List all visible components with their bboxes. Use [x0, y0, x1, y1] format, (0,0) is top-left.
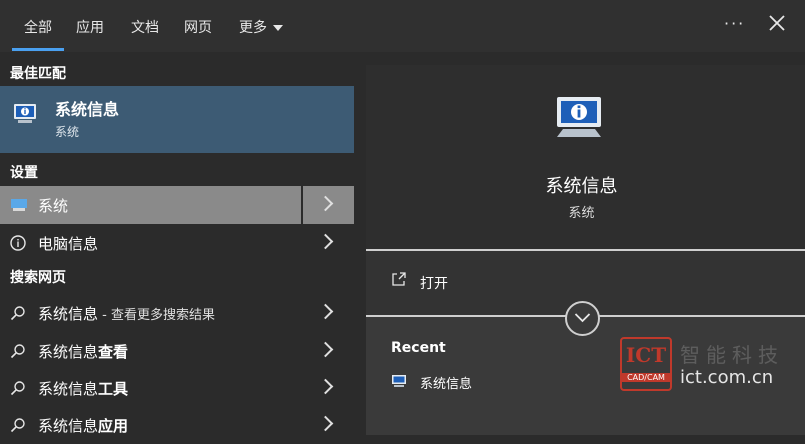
chevron-right-icon[interactable]: [317, 233, 334, 250]
section-settings: 设置: [10, 165, 38, 181]
web-result-item[interactable]: 系统信息应用: [0, 406, 354, 444]
detail-app-title: 系统信息: [545, 176, 618, 197]
chevron-right-icon[interactable]: [317, 195, 334, 212]
results-pane: 最佳匹配 系统信息 系统 设置 系统 电脑信息 搜索网页 系统信息 - 查看更多…: [0, 52, 354, 435]
search-icon: [10, 381, 25, 396]
more-options-icon[interactable]: ···: [724, 14, 745, 33]
chevron-down-icon: [574, 313, 591, 323]
web-result-hint: - 查看更多搜索结果: [98, 308, 215, 323]
web-result-bold: 工具: [98, 380, 129, 398]
monitor-icon: [11, 199, 27, 211]
chevron-right-icon[interactable]: [317, 378, 334, 395]
watermark-logo-text: ICT: [625, 343, 667, 367]
tab-apps[interactable]: 应用: [76, 17, 104, 37]
web-result-prefix: 系统信息: [38, 343, 99, 361]
web-result-label: 系统信息查看: [38, 341, 128, 362]
recent-heading: Recent: [391, 340, 446, 356]
search-icon: [10, 344, 25, 359]
system-info-app-icon: [14, 104, 36, 123]
detail-app-subtitle: 系统: [568, 206, 595, 221]
chevron-right-icon[interactable]: [317, 303, 334, 320]
recent-item-label: 系统信息: [420, 377, 473, 392]
row-divider: [301, 186, 303, 224]
open-external-icon: [392, 272, 406, 286]
expand-button[interactable]: [565, 301, 600, 336]
chevron-right-icon[interactable]: [317, 415, 334, 432]
web-result-prefix: 系统信息: [38, 305, 99, 323]
tab-web[interactable]: 网页: [184, 17, 212, 37]
web-result-bold: 应用: [98, 417, 129, 435]
tab-all[interactable]: 全部: [12, 17, 64, 51]
best-match-item[interactable]: 系统信息 系统: [0, 86, 354, 153]
info-icon: [10, 235, 26, 251]
close-icon[interactable]: [768, 14, 786, 32]
tab-more-label: 更多: [239, 20, 267, 36]
web-result-label: 系统信息工具: [38, 378, 128, 399]
best-match-subtitle: 系统: [55, 125, 80, 139]
search-icon: [10, 306, 25, 321]
watermark-logo-sub: CAD/CAM: [622, 373, 670, 382]
web-result-prefix: 系统信息: [38, 417, 99, 435]
detail-header: 系统信息 系统: [366, 65, 805, 249]
system-info-app-icon: [392, 375, 406, 387]
watermark-url: ict.com.cn: [680, 367, 774, 388]
web-result-prefix: 系统信息: [38, 380, 99, 398]
section-best-match: 最佳匹配: [10, 66, 66, 82]
open-label: 打开: [420, 276, 448, 292]
watermark-badge: ICT CAD/CAM: [620, 337, 672, 391]
search-tab-bar: 全部 应用 文档 网页 更多 ···: [0, 0, 805, 52]
best-match-title: 系统信息: [55, 100, 120, 119]
search-icon: [10, 418, 25, 433]
web-result-item[interactable]: 系统信息查看: [0, 332, 354, 370]
system-info-app-icon: [557, 97, 601, 137]
chevron-down-icon: [273, 25, 283, 31]
web-result-bold: 查看: [98, 343, 129, 361]
web-result-label: 系统信息应用: [38, 415, 128, 436]
settings-item-system[interactable]: 系统: [0, 186, 354, 224]
tab-documents[interactable]: 文档: [131, 17, 159, 37]
chevron-right-icon[interactable]: [317, 341, 334, 358]
web-result-item[interactable]: 系统信息 - 查看更多搜索结果: [0, 294, 354, 332]
tab-more[interactable]: 更多: [239, 17, 283, 37]
settings-item-label: 电脑信息: [38, 235, 99, 253]
web-result-item[interactable]: 系统信息工具: [0, 369, 354, 407]
settings-item-label: 系统: [38, 197, 69, 215]
settings-item-pc-info[interactable]: 电脑信息: [0, 224, 354, 262]
watermark-chars: 智能科技: [680, 343, 784, 367]
web-result-label: 系统信息 - 查看更多搜索结果: [38, 303, 215, 324]
section-web-search: 搜索网页: [10, 270, 66, 286]
